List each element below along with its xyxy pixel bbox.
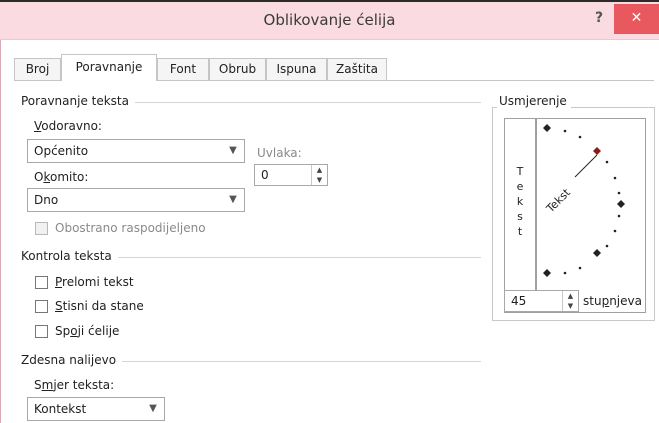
dial-tick-minor — [617, 191, 621, 195]
dial-needle — [574, 154, 598, 178]
merge-checkbox-row: Spoji ćelije — [35, 324, 195, 340]
dial-tick-minor — [605, 244, 609, 248]
shrink-checkbox[interactable] — [35, 300, 48, 313]
vertical-text-char: k — [516, 195, 524, 208]
distributed-label: Obostrano raspodijeljeno — [55, 221, 206, 235]
vertical-text-char: s — [517, 210, 523, 223]
group-title-text-control: Kontrola teksta — [21, 249, 118, 263]
vertical-combo-value: Dno — [34, 193, 59, 207]
wrap-label-accel: P — [55, 275, 63, 289]
vertical-label: Okomito: — [34, 170, 88, 184]
wrap-checkbox-row: Prelomi tekst — [35, 275, 195, 291]
shrink-label[interactable]: Stisni da stane — [55, 299, 144, 313]
horizontal-combo-value: Općenito — [34, 144, 89, 158]
close-button[interactable]: ✕ — [614, 4, 659, 34]
dial-tick-minor — [578, 266, 582, 270]
direction-combo-value: Kontekst — [34, 402, 87, 416]
dial-tick-minor — [578, 135, 582, 139]
dial-tick-minor — [563, 271, 567, 275]
degrees-spinner[interactable]: 45 ▲ ▼ — [504, 290, 579, 312]
group-title-rtl: Zdesna nalijevo — [21, 353, 123, 367]
direction-label: Smjer teksta: — [34, 378, 114, 392]
chevron-down-icon[interactable]: ▼ — [222, 140, 244, 162]
spin-up-down-icon[interactable]: ▲ ▼ — [311, 165, 327, 185]
degrees-label-pre: stu — [583, 294, 602, 308]
merge-label-accel: o — [70, 324, 78, 338]
group-title-alignment: Poravnanje teksta — [21, 94, 135, 108]
indent-value[interactable]: 0 — [261, 168, 269, 182]
orientation-dial-svg[interactable]: Tekst — [537, 119, 645, 312]
direction-label-accel: m — [41, 378, 54, 392]
vertical-combo[interactable]: Dno ▼ — [27, 188, 245, 212]
chevron-down-icon[interactable]: ▼ — [142, 398, 164, 420]
dial-tick-minor — [613, 176, 617, 180]
shrink-label-accel: S — [55, 299, 63, 313]
group-title-orientation: Usmjerenje — [497, 94, 571, 108]
dial-handle[interactable] — [593, 147, 601, 155]
direction-label-pre: S — [34, 378, 42, 392]
horizontal-label-rest: odoravno: — [41, 119, 102, 133]
direction-label-rest: jer teksta: — [53, 378, 115, 392]
wrap-checkbox[interactable] — [35, 276, 48, 289]
tab-font[interactable]: Font — [157, 58, 209, 80]
dial-tick-major — [617, 200, 625, 208]
dial-tick-minor — [605, 160, 609, 164]
spin-up-down-icon[interactable]: ▲ ▼ — [562, 291, 578, 311]
merge-label-rest: ji ćelije — [77, 324, 120, 338]
dialog-body: Broj Poravnanje Font Obrub Ispuna Zaštit… — [0, 40, 659, 423]
dial-tick-major — [543, 124, 551, 132]
title-bar: Oblikovanje ćelija ? ✕ — [0, 2, 659, 40]
merge-checkbox[interactable] — [35, 325, 48, 338]
dial-text: Tekst — [543, 186, 573, 216]
indent-label: Uvlaka: — [257, 146, 302, 160]
degrees-label-rest: njeva — [609, 294, 642, 308]
vertical-text-char: e — [516, 180, 524, 193]
chevron-down-icon[interactable]: ▼ — [222, 189, 244, 211]
degrees-label: stupnjeva — [583, 294, 642, 308]
tab-obrub[interactable]: Obrub — [209, 58, 266, 80]
vertical-text-char: t — [517, 225, 523, 238]
dial-tick-major — [543, 269, 551, 277]
indent-spinner[interactable]: 0 ▲ ▼ — [254, 164, 328, 186]
shrink-checkbox-row: Stisni da stane — [35, 299, 195, 315]
vertical-text-button[interactable]: T e k s t — [504, 118, 536, 313]
distributed-checkbox-row: Obostrano raspodijeljeno — [35, 221, 255, 237]
dial-tick-minor — [617, 214, 621, 218]
dial-tick-major — [593, 249, 601, 257]
tab-ispuna[interactable]: Ispuna — [266, 58, 327, 80]
merge-label-pre: Sp — [55, 324, 71, 338]
dial-tick-minor — [563, 129, 567, 133]
tab-broj[interactable]: Broj — [14, 58, 61, 80]
distributed-checkbox[interactable] — [35, 222, 48, 235]
merge-label[interactable]: Spoji ćelije — [55, 324, 119, 338]
wrap-label-rest: relomi tekst — [62, 275, 134, 289]
help-button[interactable]: ? — [588, 7, 610, 29]
degrees-value[interactable]: 45 — [511, 294, 526, 308]
window-title: Oblikovanje ćelija — [263, 11, 396, 29]
horizontal-combo[interactable]: Općenito ▼ — [27, 139, 245, 163]
close-icon[interactable]: ✕ — [631, 10, 643, 26]
shrink-label-rest: tisni da stane — [62, 299, 144, 313]
tab-zastita[interactable]: Zaštita — [327, 58, 387, 80]
wrap-label[interactable]: Prelomi tekst — [55, 275, 134, 289]
horizontal-label: Vodoravno: — [34, 119, 102, 133]
dial-tick-minor — [613, 229, 617, 233]
direction-combo[interactable]: Kontekst ▼ — [27, 397, 165, 421]
tab-poravnanje[interactable]: Poravnanje — [61, 54, 157, 81]
vertical-text-char: T — [516, 165, 524, 178]
vertical-label-rest: omito: — [49, 170, 89, 184]
orientation-dial[interactable]: Tekst — [536, 118, 646, 313]
